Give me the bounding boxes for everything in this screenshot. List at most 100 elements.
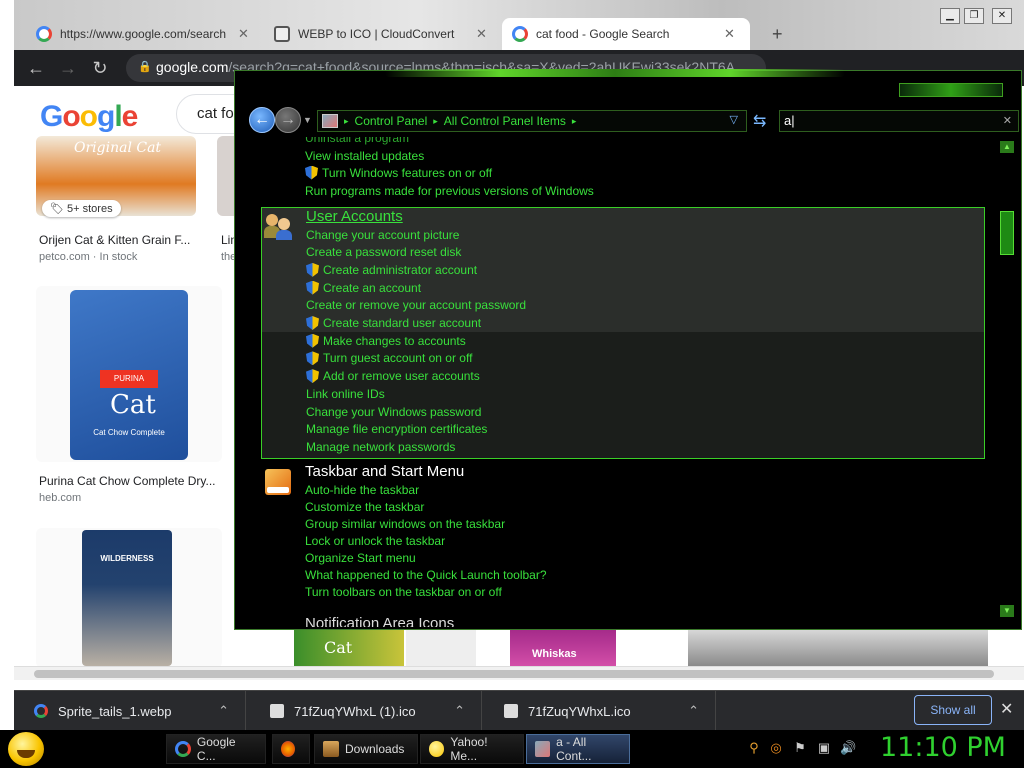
task-link[interactable]: Turn guest account on or off [306,350,472,367]
window-controls[interactable] [899,83,1003,97]
task-link[interactable]: Lock or unlock the taskbar [305,532,445,549]
task-link[interactable]: What happened to the Quick Launch toolba… [305,567,547,584]
product-name[interactable]: Orijen Cat & Kitten Grain F... [39,233,190,247]
control-panel-search-input[interactable]: a| ✕ [779,110,1019,132]
task-link[interactable]: Uninstall a program [305,137,409,146]
download-item[interactable]: 71fZuqYWhxL (1).ico ⌃ [250,691,482,730]
task-link[interactable]: Add or remove user accounts [306,368,480,385]
taskbar-button-control-panel[interactable]: a - All Cont... [526,734,630,764]
tab-cloudconvert[interactable]: WEBP to ICO | CloudConvert ✕ [264,18,500,50]
uac-shield-icon [306,316,319,330]
scroll-down-icon[interactable]: ▼ [1000,605,1014,617]
taskbar-button-yahoo[interactable]: Yahoo! Me... [420,734,524,764]
vertical-scrollbar[interactable]: ▲ ▼ [997,137,1017,623]
tab-title: WEBP to ICO | CloudConvert [298,27,455,41]
user-accounts-group: User Accounts Change your account pictur… [261,207,985,459]
product-card[interactable]: WILDERNESS [36,528,222,668]
new-tab-icon[interactable]: + [772,24,783,45]
volume-icon[interactable]: 🔊 [840,740,856,756]
task-label: Turn Windows features on or off [322,165,493,180]
start-button[interactable] [8,732,44,766]
reload-icon[interactable]: ↻ [90,58,110,78]
breadcrumb-all-items[interactable]: All Control Panel Items [444,114,566,128]
task-link[interactable]: Manage network passwords [306,438,455,455]
task-link[interactable]: Organize Start menu [305,549,416,566]
horizontal-scrollbar[interactable] [14,666,1024,680]
task-link[interactable]: Turn Windows features on or off [305,164,492,181]
user-accounts-heading[interactable]: User Accounts [306,208,403,225]
cloudconvert-favicon-icon [274,26,290,42]
task-link[interactable]: Make changes to accounts [306,332,466,349]
google-logo[interactable]: Google [40,100,138,134]
tab-strip: https://www.google.com/search ✕ WEBP to … [14,0,1024,50]
sync-icon[interactable]: ◎ [768,740,784,756]
taskbar-start-menu-icon [263,467,293,497]
chevron-up-icon[interactable]: ⌃ [218,703,229,719]
address-dropdown-icon[interactable]: ▽ [730,113,738,126]
task-link[interactable]: View installed updates [305,147,424,164]
close-shelf-icon[interactable]: ✕ [1000,699,1013,719]
clear-search-icon[interactable]: ✕ [1003,114,1012,127]
task-link[interactable]: Group similar windows on the taskbar [305,515,505,532]
task-link[interactable]: Create a password reset disk [306,244,461,261]
control-panel-icon [535,741,551,757]
breadcrumb[interactable]: ▸ Control Panel ▸ All Control Panel Item… [317,110,747,132]
chevron-up-icon[interactable]: ⌃ [688,703,699,719]
close-window-icon[interactable]: ✕ [992,8,1012,24]
task-link[interactable]: Link online IDs [306,385,385,402]
product-card[interactable]: Original Cat 🏷 5+ stores Orijen Cat & Ki… [36,136,216,266]
minimize-icon[interactable]: ▁ [940,8,960,24]
task-link[interactable]: Create administrator account [306,261,477,278]
taskbar-button-downloads[interactable]: Downloads [314,734,418,764]
task-label: Yahoo! Me... [450,735,488,763]
close-tab-icon[interactable]: ✕ [238,26,249,42]
scroll-up-icon[interactable]: ▲ [1000,141,1014,153]
close-tab-icon[interactable]: ✕ [724,26,735,42]
cat-brand-text: Cat [324,638,353,657]
chevron-up-icon[interactable]: ⌃ [454,703,465,719]
uac-shield-icon [306,369,319,384]
taskbar-button-chrome[interactable]: Google C... [166,734,266,764]
taskbar-button-firefox[interactable] [272,734,310,764]
task-link[interactable]: Create or remove your account password [306,297,526,314]
search-icon[interactable]: ⚲ [746,740,762,756]
downloads-shelf: Sprite_tails_1.webp ⌃ 71fZuqYWhxL (1).ic… [14,690,1024,730]
task-link[interactable]: Change your Windows password [306,403,481,420]
action-center-flag-icon[interactable]: ⚑ [792,740,808,756]
scrollbar-thumb[interactable] [1000,211,1014,255]
task-link[interactable]: Auto-hide the taskbar [305,481,419,498]
tab-cat-food[interactable]: cat food - Google Search ✕ [502,18,750,50]
forward-arrow-icon[interactable]: → [275,107,301,133]
notification-area-heading[interactable]: Notification Area Icons [305,615,454,627]
breadcrumb-control-panel[interactable]: Control Panel [355,114,428,128]
product-name[interactable]: Purina Cat Chow Complete Dry... [39,474,216,488]
forward-arrow-icon[interactable]: → [58,58,78,78]
task-link[interactable]: Turn toolbars on the taskbar on or off [305,584,502,601]
yahoo-messenger-icon [429,741,445,757]
close-tab-icon[interactable]: ✕ [476,26,487,42]
recent-pages-dropdown-icon[interactable]: ▼ [303,115,312,125]
breadcrumb-separator-icon[interactable]: ▸ [433,116,438,127]
back-arrow-icon[interactable]: ← [26,58,46,78]
product-image-partial [406,630,476,666]
breadcrumb-separator-icon[interactable]: ▸ [344,116,349,127]
task-link[interactable]: Create an account [306,279,421,296]
breadcrumb-separator-icon[interactable]: ▸ [572,116,577,127]
product-card[interactable]: PURINA Cat Cat Chow Complete Purina Cat … [36,286,236,506]
system-clock[interactable]: 11:10 PM [880,732,1006,763]
taskbar-start-heading[interactable]: Taskbar and Start Menu [305,463,464,480]
network-icon[interactable]: ▣ [816,740,832,756]
show-all-button[interactable]: Show all [914,695,992,725]
scrollbar-thumb[interactable] [34,670,994,678]
task-link[interactable]: Change your account picture [306,226,459,243]
tab-google-search-url[interactable]: https://www.google.com/search ✕ [26,18,262,50]
task-link[interactable]: Manage file encryption certificates [306,421,487,438]
download-item[interactable]: 71fZuqYWhxL.ico ⌃ [484,691,716,730]
task-link[interactable]: Create standard user account [306,315,481,332]
task-link[interactable]: Run programs made for previous versions … [305,182,594,199]
refresh-icon[interactable]: ⇆ [753,111,766,131]
task-link[interactable]: Customize the taskbar [305,498,424,515]
restore-icon[interactable]: ❐ [964,8,984,24]
download-item[interactable]: Sprite_tails_1.webp ⌃ [14,691,246,730]
back-arrow-icon[interactable]: ← [249,107,275,133]
